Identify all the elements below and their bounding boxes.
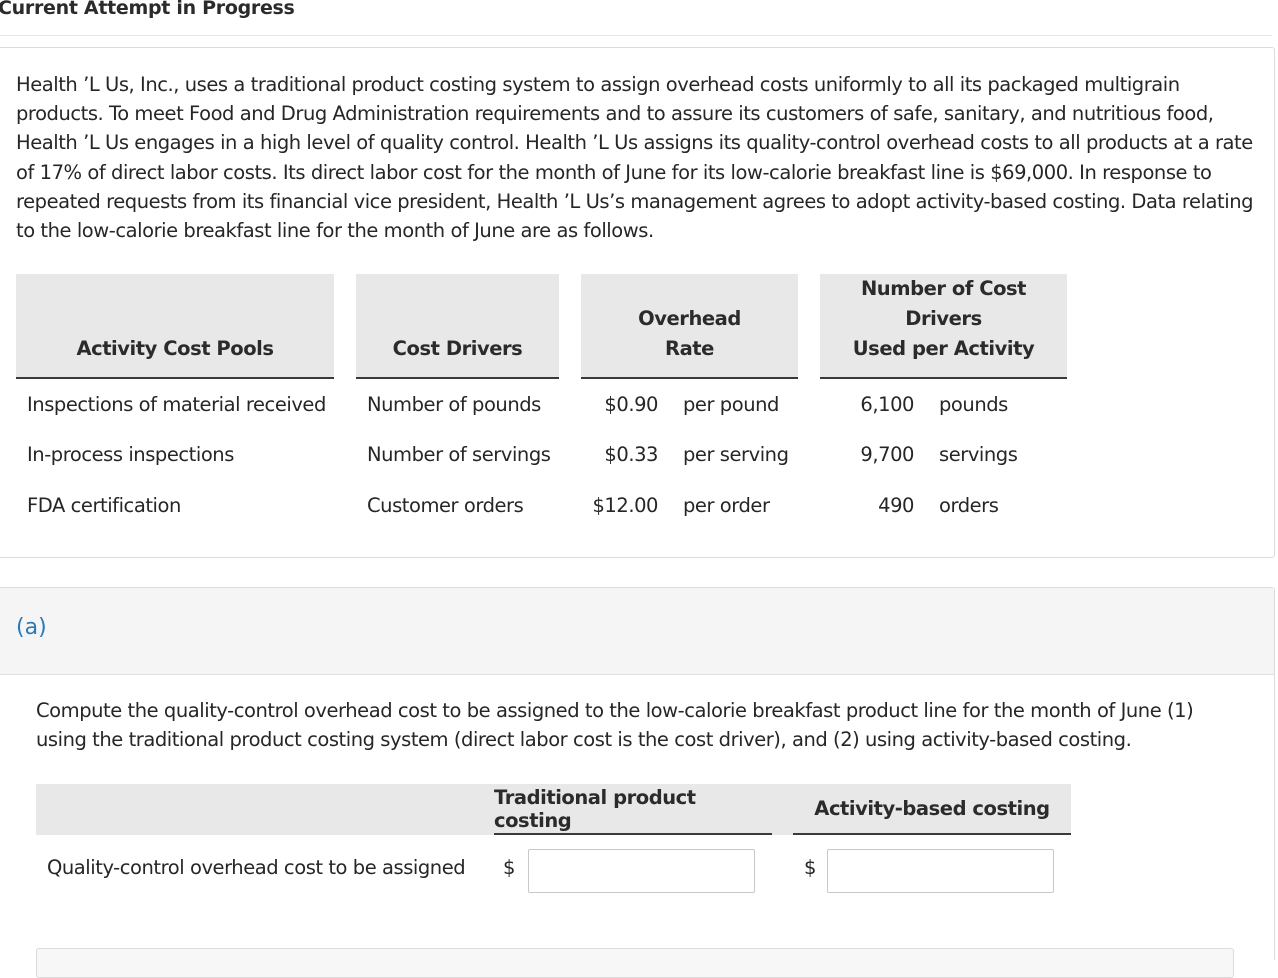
cell-pool: FDA certification bbox=[27, 493, 181, 517]
header-cost-drivers: Cost Drivers bbox=[356, 274, 559, 379]
part-a-card: (a) bbox=[0, 587, 1275, 960]
page-title: Current Attempt in Progress bbox=[0, 0, 295, 19]
cell-drivers-used: 9,700 servings bbox=[820, 430, 1067, 481]
cell-drivers-used: 6,100 pounds bbox=[820, 379, 1067, 430]
header-overhead-rate-line2: Rate bbox=[665, 337, 714, 360]
cell-driver: Customer orders bbox=[367, 493, 524, 517]
cell-rate: $0.90 per pound bbox=[581, 379, 798, 430]
drivers-used-value: 6,100 bbox=[860, 392, 914, 416]
header-num-line1: Number of Cost Drivers bbox=[860, 277, 1027, 330]
header-overhead-rate: Overhead Rate bbox=[581, 274, 798, 379]
header-activity-cost-pools: Activity Cost Pools bbox=[16, 274, 334, 379]
cell-rate: $0.33 per serving bbox=[581, 430, 798, 481]
drivers-used-unit: pounds bbox=[939, 392, 1008, 416]
drivers-used-unit: servings bbox=[939, 443, 1018, 467]
answer-row-label: Quality-control overhead cost to be assi… bbox=[47, 856, 466, 879]
table-row: FDA certification Customer orders $12.00… bbox=[16, 480, 1067, 531]
part-a-header: (a) bbox=[0, 588, 1274, 675]
problem-statement: Health ’L Us, Inc., uses a traditional p… bbox=[16, 73, 1254, 243]
part-a-label: (a) bbox=[16, 615, 47, 640]
header-traditional-product-costing: Traditional product costing bbox=[494, 784, 772, 835]
drivers-used-unit: orders bbox=[939, 493, 999, 517]
table-header-row: Activity Cost Pools Cost Drivers Overhea… bbox=[16, 274, 1067, 379]
cell-pool: Inspections of material received bbox=[27, 392, 326, 416]
header-activity-based-costing: Activity-based costing bbox=[793, 784, 1071, 835]
activity-cost-table: Activity Cost Pools Cost Drivers Overhea… bbox=[16, 274, 1067, 531]
cell-pool: In-process inspections bbox=[27, 443, 234, 467]
drivers-used-value: 490 bbox=[878, 493, 914, 517]
cell-drivers-used: 490 orders bbox=[820, 480, 1067, 531]
activity-based-costing-input[interactable] bbox=[827, 849, 1054, 893]
header-overhead-rate-line1: Overhead bbox=[638, 307, 741, 330]
table-row: In-process inspections Number of serving… bbox=[16, 429, 1067, 481]
cell-driver: Number of pounds bbox=[367, 392, 541, 416]
currency-symbol: $ bbox=[804, 856, 817, 879]
rate-value: $0.90 bbox=[604, 392, 658, 416]
rate-unit: per serving bbox=[683, 443, 789, 467]
header-number-of-cost-drivers: Number of Cost Drivers Used per Activity bbox=[820, 274, 1067, 379]
currency-symbol: $ bbox=[503, 856, 516, 879]
table-row: Inspections of material received Number … bbox=[16, 379, 1067, 430]
part-a-question: Compute the quality-control overhead cos… bbox=[36, 699, 1194, 752]
cell-driver: Number of servings bbox=[367, 443, 551, 467]
rate-value: $0.33 bbox=[604, 443, 658, 467]
header-divider bbox=[0, 35, 1272, 36]
rate-unit: per pound bbox=[683, 392, 779, 416]
header-num-line2: Used per Activity bbox=[852, 337, 1035, 360]
next-section-box bbox=[36, 948, 1234, 978]
traditional-costing-input[interactable] bbox=[528, 849, 755, 893]
rate-unit: per order bbox=[683, 493, 770, 517]
rate-value: $12.00 bbox=[592, 493, 658, 517]
cell-rate: $12.00 per order bbox=[581, 480, 798, 531]
drivers-used-value: 9,700 bbox=[860, 443, 914, 467]
